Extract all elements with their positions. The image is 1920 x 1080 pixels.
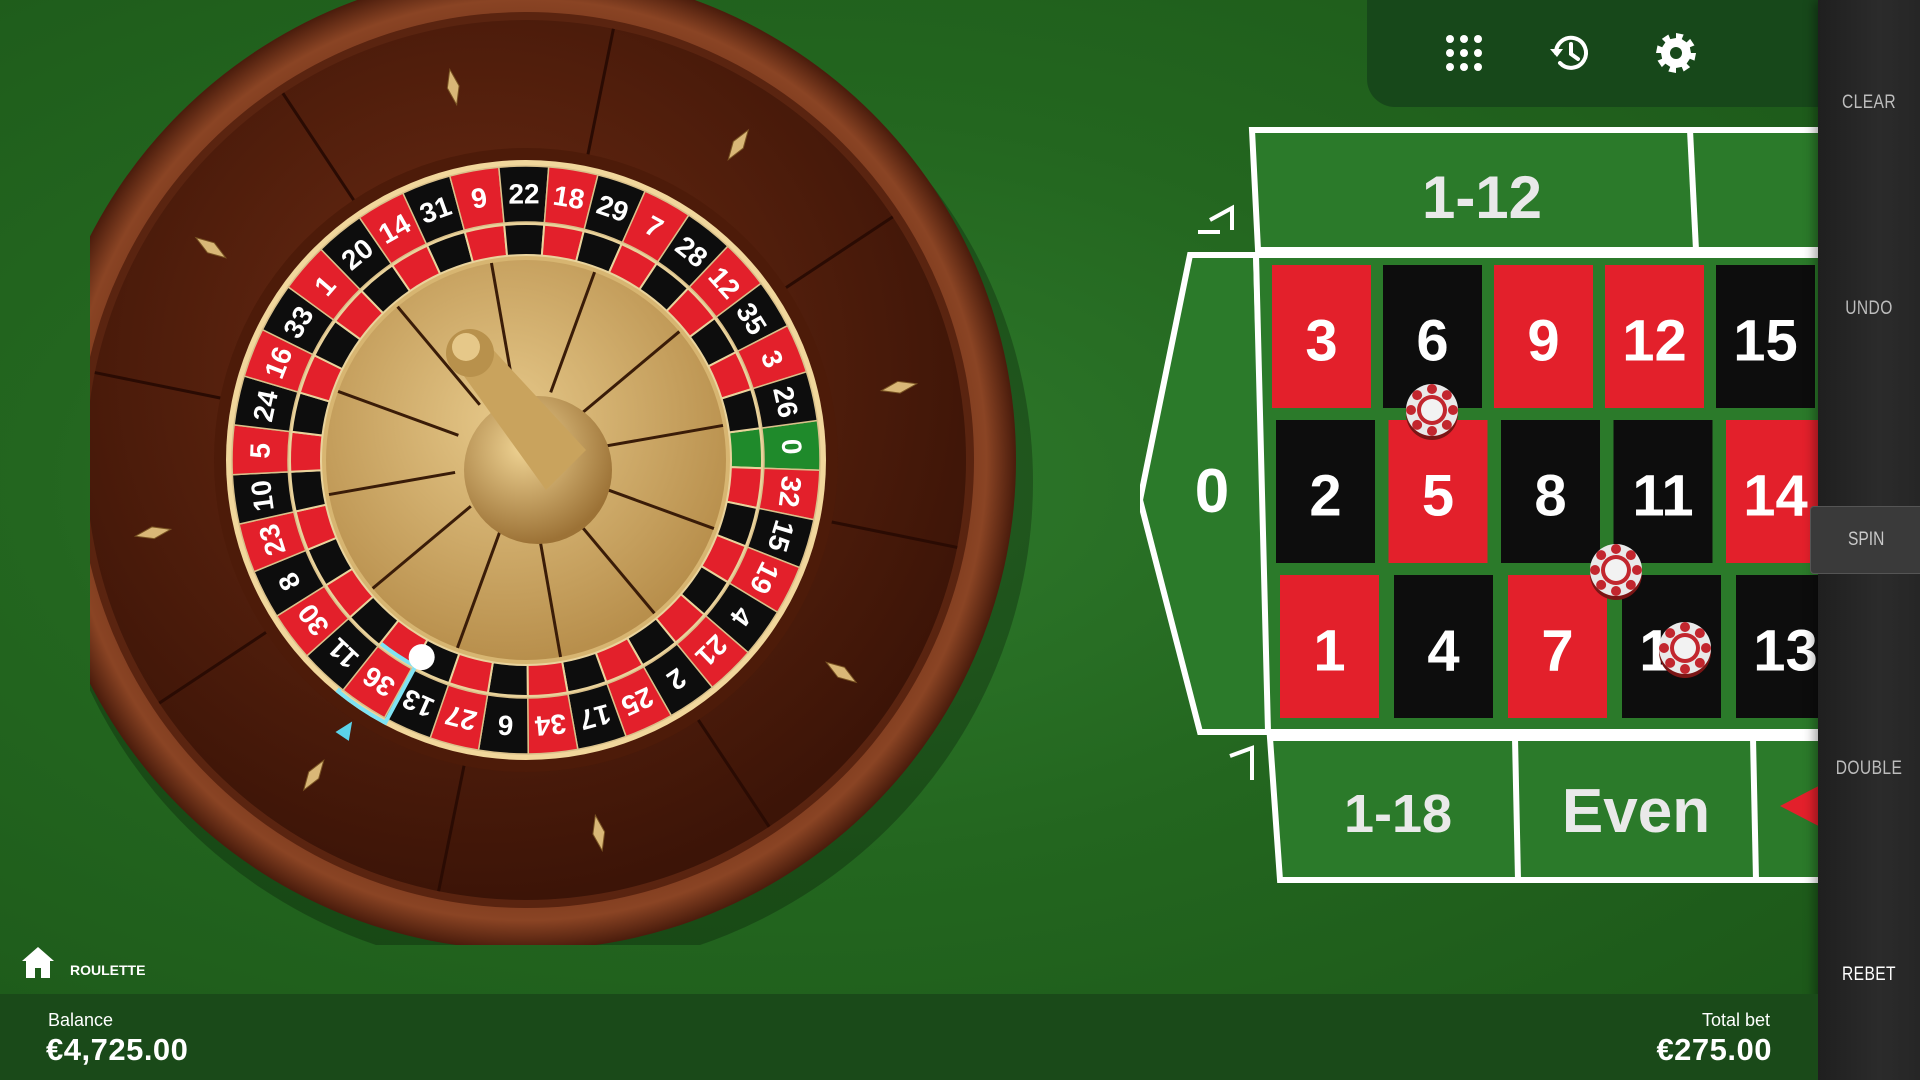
wheel-number-label: 10 bbox=[245, 478, 280, 513]
top-toolbar bbox=[1367, 0, 1820, 107]
wheel-number-label: 24 bbox=[247, 387, 284, 424]
spin-label: SPIN bbox=[1847, 529, 1885, 550]
wheel-pocket bbox=[289, 430, 324, 473]
wheel-number-label: 6 bbox=[496, 709, 514, 741]
roulette-ball bbox=[408, 644, 435, 671]
history-icon[interactable] bbox=[1541, 24, 1599, 82]
wheel-number-label: 34 bbox=[533, 708, 567, 742]
wheel-pocket bbox=[728, 427, 763, 470]
roulette-game-screen: 0 32 15 19 4 21 2 25 17 34 6 27 13 36 11 30 8 23 10 5 24 16 33… bbox=[0, 0, 1920, 1080]
even-label: Even bbox=[1562, 777, 1710, 846]
settings-gear-icon[interactable] bbox=[1647, 24, 1705, 82]
wheel-number-label: 18 bbox=[551, 180, 587, 216]
undo-button[interactable]: UNDO bbox=[1827, 276, 1911, 342]
double-button[interactable]: DOUBLE bbox=[1827, 736, 1911, 802]
zero-label: 0 bbox=[1195, 457, 1229, 526]
number-cell-label: 7 bbox=[1541, 619, 1573, 684]
total-bet-value: €275.00 bbox=[1656, 1032, 1772, 1067]
balance-value: €4,725.00 bbox=[46, 1032, 189, 1067]
wheel-pocket bbox=[289, 469, 328, 513]
number-cell-label: 1 bbox=[1313, 619, 1345, 684]
number-cell-label: 14 bbox=[1743, 464, 1808, 529]
wheel-number-label: 5 bbox=[244, 442, 276, 459]
total-bet-label: Total bet bbox=[1701, 1010, 1770, 1030]
number-cell-label: 5 bbox=[1422, 464, 1454, 529]
stats-dots-icon[interactable] bbox=[1435, 24, 1493, 82]
bet-chip[interactable] bbox=[1590, 544, 1642, 600]
balance-label: Balance bbox=[48, 1010, 114, 1030]
number-cell-label: 3 bbox=[1305, 309, 1337, 374]
spin-button[interactable]: SPIN bbox=[1810, 506, 1920, 574]
number-cell-label: 8 bbox=[1534, 464, 1566, 529]
bet-chip[interactable] bbox=[1659, 622, 1711, 678]
dozen-1-12-label: 1-12 bbox=[1422, 164, 1542, 231]
wheel-pocket bbox=[486, 661, 529, 697]
wheel-number-label: 32 bbox=[773, 474, 808, 509]
home-icon[interactable] bbox=[20, 944, 56, 980]
number-cell-label: 12 bbox=[1622, 309, 1687, 374]
number-cell-label: 2 bbox=[1309, 464, 1341, 529]
rebet-button[interactable]: REBET bbox=[1827, 942, 1911, 1008]
wheel-number-label: 26 bbox=[767, 383, 804, 420]
low-1-18-label: 1-18 bbox=[1344, 784, 1452, 844]
wheel-pocket bbox=[526, 660, 569, 698]
bottom-status-bar: Balance €4,725.00 Total bet €275.00 bbox=[0, 994, 1818, 1080]
wheel-number-label: 22 bbox=[508, 178, 539, 209]
game-title: ROULETTE bbox=[70, 962, 146, 978]
number-cell-label: 6 bbox=[1416, 309, 1448, 374]
number-cell-label: 9 bbox=[1527, 309, 1559, 374]
number-cell-label: 13 bbox=[1753, 619, 1818, 684]
roulette-wheel: 0 32 15 19 4 21 2 25 17 34 6 27 13 36 11 30 8 23 10 5 24 16 33… bbox=[90, 0, 1070, 945]
wheel-pocket bbox=[463, 223, 509, 264]
number-cell-label: 4 bbox=[1427, 619, 1459, 684]
wheel-pocket bbox=[503, 223, 546, 257]
number-cell-label: 15 bbox=[1733, 309, 1798, 374]
wheel-number-label: 0 bbox=[776, 438, 808, 455]
number-cell-label: 11 bbox=[1632, 464, 1693, 529]
bet-chip[interactable] bbox=[1406, 384, 1458, 440]
clear-button[interactable]: CLEAR bbox=[1827, 70, 1911, 136]
betting-table: 1-1203691215258111414710131-18Even bbox=[1140, 120, 1820, 900]
